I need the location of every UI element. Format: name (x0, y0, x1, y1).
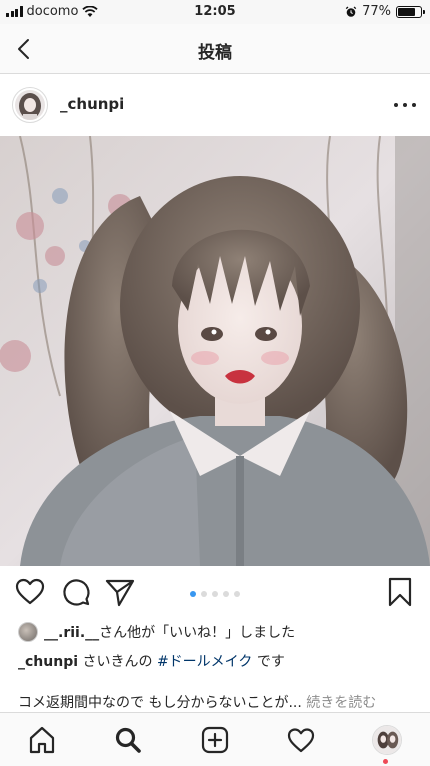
caption-hashtag[interactable]: #ドールメイク (157, 654, 252, 670)
battery-level (398, 7, 415, 16)
caption: _chunpi さいきんの #ドールメイク です (18, 651, 285, 671)
comment-preview-text: コメ返期間中なので もし分からないことが... (18, 695, 302, 711)
caption-text-before: さいきんの (78, 654, 157, 670)
status-right: 77% (345, 4, 425, 19)
author-avatar[interactable] (12, 87, 48, 123)
page-title: 投稿 (198, 43, 232, 63)
profile-avatar[interactable] (372, 725, 402, 755)
battery-percent: 77% (362, 4, 391, 19)
read-more-link[interactable]: 続きを読む (306, 695, 376, 711)
caption-text-after: です (252, 654, 285, 670)
caption-username[interactable]: _chunpi (18, 654, 78, 670)
heart-icon[interactable] (286, 725, 316, 755)
carousel-indicator (0, 591, 430, 597)
post-header: _chunpi (0, 74, 430, 136)
save-button[interactable] (384, 576, 416, 608)
action-bar (0, 566, 430, 620)
author-username[interactable]: _chunpi (60, 95, 124, 113)
carousel-dot (190, 591, 196, 597)
carousel-dot (212, 591, 218, 597)
notification-dot (383, 759, 388, 764)
carousel-dot (234, 591, 240, 597)
more-options-icon[interactable] (394, 96, 416, 114)
home-icon[interactable] (27, 725, 57, 755)
likes-text: さん他が「いいね！」しました (99, 625, 296, 641)
battery-icon (396, 5, 425, 18)
alarm-icon (345, 6, 357, 17)
likes-row[interactable]: __.rii.__さん他が「いいね！」しました (18, 621, 295, 643)
status-bar: docomo 12:05 77% (0, 0, 430, 24)
avatar-image (15, 90, 45, 122)
tab-bar (0, 712, 430, 766)
carousel-dot (201, 591, 207, 597)
liker-avatar (18, 622, 38, 642)
comment-preview: コメ返期間中なので もし分からないことが... 続きを読む (18, 692, 423, 712)
carousel-dot (223, 591, 229, 597)
add-icon[interactable] (200, 725, 230, 755)
liker-username[interactable]: __.rii.__ (44, 625, 99, 641)
post-photo[interactable] (0, 136, 430, 566)
nav-header: 投稿 (0, 24, 430, 74)
search-icon[interactable] (113, 725, 143, 755)
